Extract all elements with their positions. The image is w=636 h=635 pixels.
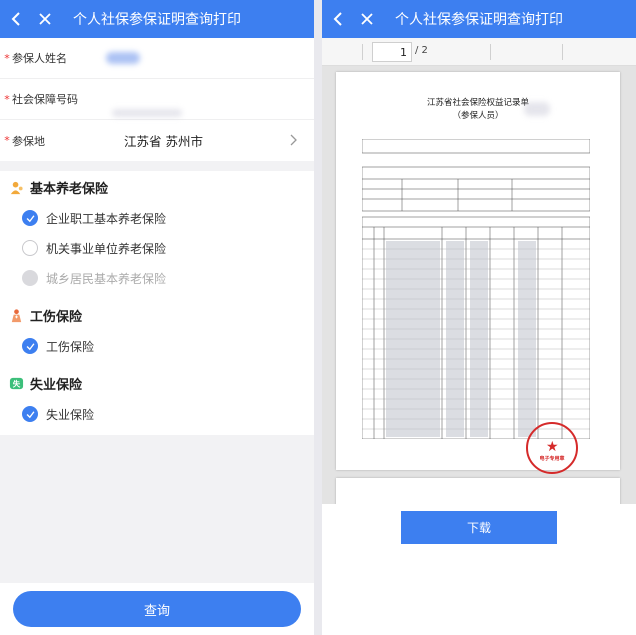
region-row[interactable]: * 参保地 江苏省 苏州市: [0, 120, 314, 161]
option-label: 失业保险: [46, 407, 95, 422]
back-arrow-icon: [11, 12, 20, 26]
back-arrow-icon: [333, 12, 342, 26]
option-institution-pension[interactable]: 机关事业单位养老保险: [0, 233, 314, 263]
left-header: 个人社保参保证明查询打印: [0, 0, 314, 38]
toolbar-divider: [490, 44, 491, 60]
pension-icon: [8, 179, 24, 195]
query-button[interactable]: 查询: [13, 591, 301, 627]
pdf-page-1: 江苏省社会保险权益记录单 （参保人员） ★ 电子专用章: [336, 72, 620, 474]
option-unemployment-insurance[interactable]: 失业保险: [0, 399, 314, 429]
group-title-text: 工伤保险: [30, 309, 83, 325]
pdf-toolbar: 1 / 2: [322, 38, 636, 66]
panel-divider: [314, 0, 322, 635]
option-label: 机关事业单位养老保险: [46, 241, 167, 256]
option-label: 城乡居民基本养老保险: [46, 271, 167, 286]
redacted-ssn: [112, 109, 182, 117]
option-enterprise-pension[interactable]: 企业职工基本养老保险: [0, 203, 314, 233]
applicant-form: * 参保人姓名 * 社会保障号码 * 参保地 江苏省 苏州市: [0, 38, 314, 161]
query-panel: 个人社保参保证明查询打印 * 参保人姓名 * 社会保障号码 * 参保地 江苏省 …: [0, 0, 314, 635]
region-value: 江苏省 苏州市: [124, 134, 203, 149]
checked-icon: [22, 406, 38, 422]
name-row[interactable]: * 参保人姓名: [0, 38, 314, 79]
stamp-text: 电子专用章: [539, 456, 565, 462]
option-label: 工伤保险: [46, 339, 95, 354]
insurance-groups: 基本养老保险 企业职工基本养老保险 机关事业单位养老保险 城乡居民基本养老保险 …: [0, 171, 314, 435]
section-gap: [0, 161, 314, 171]
redacted-name: [106, 52, 140, 64]
ssn-label: 社会保障号码: [12, 93, 78, 106]
injury-icon: [8, 307, 24, 323]
page-total: / 2: [415, 45, 428, 56]
unemployment-icon: 失: [8, 375, 24, 391]
close-icon: [39, 13, 51, 25]
record-table: [362, 139, 590, 439]
group-title-text: 失业保险: [30, 377, 83, 393]
group-title-injury: 工伤保险: [0, 299, 314, 331]
option-injury-insurance[interactable]: 工伤保险: [0, 331, 314, 361]
disabled-check-icon: [22, 270, 38, 286]
group-title-pension: 基本养老保险: [0, 171, 314, 203]
required-mark: *: [4, 134, 10, 147]
checked-icon: [22, 338, 38, 354]
region-label: 参保地: [12, 134, 45, 148]
page-number-input[interactable]: 1: [372, 42, 412, 62]
required-mark: *: [4, 92, 10, 106]
doc-subtitle: （参保人员）: [452, 111, 504, 121]
right-header: 个人社保参保证明查询打印: [322, 0, 636, 38]
option-label: 企业职工基本养老保险: [46, 211, 167, 226]
close-button[interactable]: [34, 8, 56, 30]
close-icon: [361, 13, 373, 25]
pdf-viewer[interactable]: 江苏省社会保险权益记录单 （参保人员） ★ 电子专用章: [322, 66, 636, 504]
group-title-unemployment: 失 失业保险: [0, 367, 314, 399]
group-title-text: 基本养老保险: [30, 181, 109, 197]
back-button[interactable]: [328, 8, 350, 30]
redacted-photo: [524, 102, 550, 116]
download-button[interactable]: 下载: [401, 511, 557, 544]
query-bar: 查询: [0, 583, 314, 635]
pdf-preview-panel: 个人社保参保证明查询打印 1 / 2 江苏省社会保险权益记录单 （参保人员） ★…: [322, 0, 636, 635]
back-button[interactable]: [6, 8, 28, 30]
stamp-star-icon: ★: [546, 439, 559, 455]
name-label: 参保人姓名: [12, 52, 67, 65]
doc-title: 江苏省社会保险权益记录单: [426, 98, 529, 108]
option-resident-pension: 城乡居民基本养老保险: [0, 263, 314, 293]
ssn-row[interactable]: * 社会保障号码: [0, 79, 314, 120]
pdf-page-2: [336, 478, 620, 504]
unchecked-icon: [22, 240, 38, 256]
toolbar-divider: [562, 44, 563, 60]
toolbar-divider: [362, 44, 363, 60]
chevron-right-icon: [290, 134, 297, 146]
close-button[interactable]: [356, 8, 378, 30]
required-mark: *: [4, 51, 10, 65]
svg-text:失: 失: [12, 378, 20, 388]
checked-icon: [22, 210, 38, 226]
